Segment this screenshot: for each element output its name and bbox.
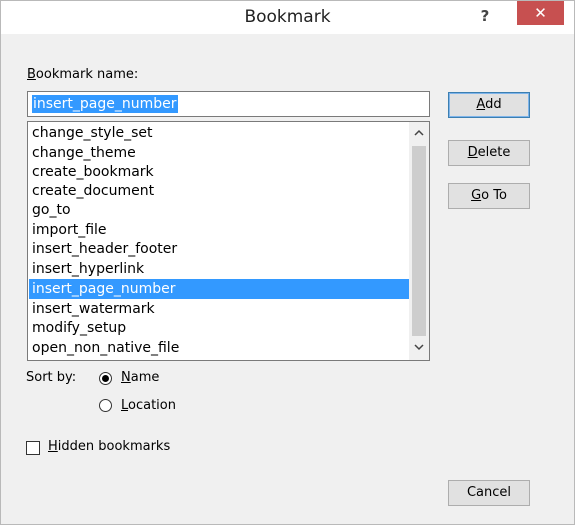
sort-by-label: Sort by: — [26, 370, 77, 385]
list-item[interactable]: create_document — [29, 181, 409, 201]
list-item[interactable]: go_to — [29, 200, 409, 220]
list-item[interactable]: open_non_native_file — [29, 338, 409, 358]
list-scrollbar[interactable] — [409, 122, 429, 360]
radio-selected-dot — [102, 375, 109, 382]
list-item[interactable]: change_style_set — [29, 123, 409, 143]
bookmark-name-value: insert_page_number — [32, 95, 178, 113]
hidden-bookmarks-checkbox[interactable] — [26, 441, 40, 455]
sort-location-radio[interactable] — [99, 399, 112, 412]
sort-location-label[interactable]: Location — [121, 398, 176, 413]
title-bar: Bookmark ? ✕ — [1, 1, 574, 34]
cancel-button[interactable]: Cancel — [448, 480, 530, 506]
bookmark-name-label: Bookmark name: — [27, 67, 139, 82]
list-item[interactable]: insert_header_footer — [29, 239, 409, 259]
sort-name-label[interactable]: Name — [121, 370, 159, 385]
close-icon: ✕ — [534, 4, 547, 22]
list-item[interactable]: import_file — [29, 220, 409, 240]
list-item[interactable]: insert_hyperlink — [29, 259, 409, 279]
list-item[interactable]: change_theme — [29, 143, 409, 163]
chevron-down-icon[interactable] — [409, 338, 429, 358]
list-item[interactable]: create_bookmark — [29, 162, 409, 182]
bookmark-name-input[interactable]: insert_page_number — [27, 91, 430, 117]
bookmarks-list[interactable]: change_style_set change_theme create_boo… — [27, 121, 430, 361]
close-button[interactable]: ✕ — [517, 1, 564, 25]
chevron-up-icon[interactable] — [409, 124, 429, 144]
add-button[interactable]: Add — [448, 92, 530, 118]
help-icon[interactable]: ? — [473, 5, 497, 27]
delete-button[interactable]: Delete — [448, 140, 530, 166]
hidden-bookmarks-label[interactable]: Hidden bookmarks — [48, 439, 170, 454]
go-to-button[interactable]: Go To — [448, 183, 530, 209]
bookmark-dialog: Bookmark ? ✕ Bookmark name: insert_page_… — [0, 0, 575, 525]
sort-name-radio[interactable] — [99, 372, 112, 385]
list-item-selected[interactable]: insert_page_number — [29, 279, 409, 299]
list-item[interactable]: insert_watermark — [29, 299, 409, 319]
scrollbar-thumb[interactable] — [412, 146, 426, 336]
list-item[interactable]: modify_setup — [29, 318, 409, 338]
